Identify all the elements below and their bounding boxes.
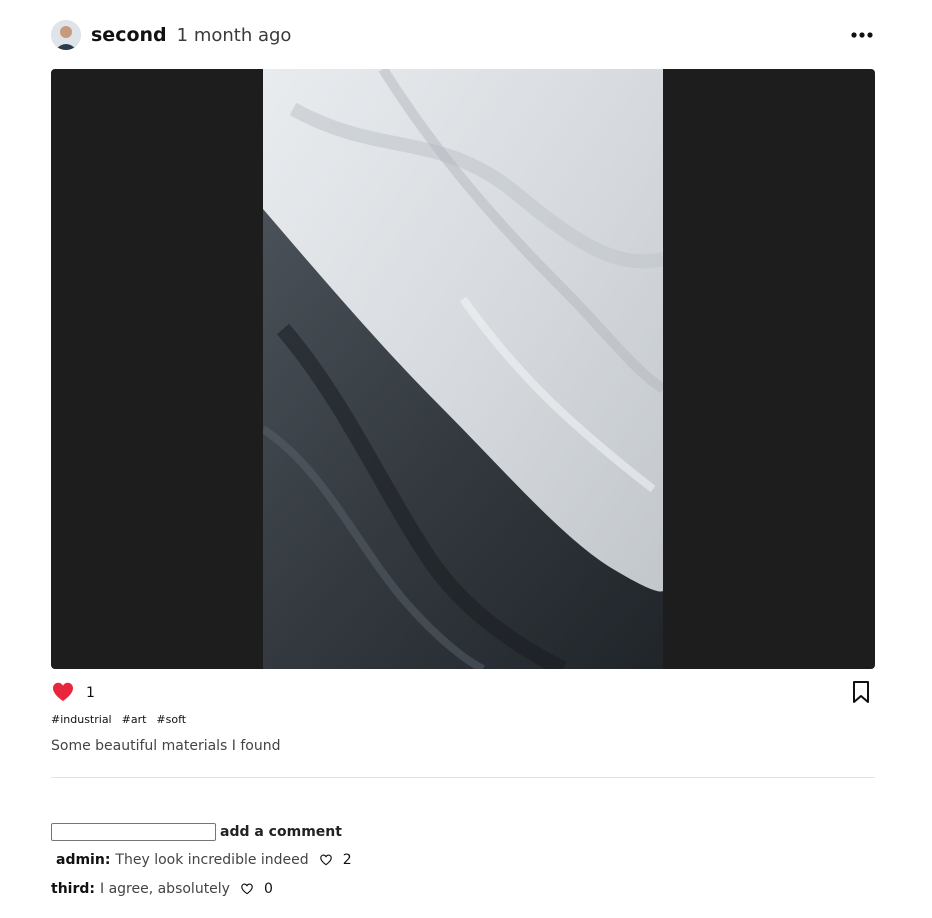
post-author[interactable]: second xyxy=(91,24,167,46)
avatar-image xyxy=(51,20,81,50)
more-horizontal-icon xyxy=(851,32,873,38)
comment-item: third: I agree, absolutely 0 xyxy=(51,881,273,897)
tag-link[interactable]: #industrial xyxy=(51,713,112,726)
post-photo xyxy=(263,69,663,669)
comment-like-count: 2 xyxy=(342,852,352,868)
comment-item: admin: They look incredible indeed 2 xyxy=(56,852,352,868)
comment-text: They look incredible indeed xyxy=(115,852,309,868)
bookmark-button[interactable] xyxy=(851,680,873,704)
post-media[interactable] xyxy=(51,69,875,669)
tag-link[interactable]: #soft xyxy=(156,713,186,726)
avatar[interactable] xyxy=(51,20,81,50)
like-count: 1 xyxy=(86,685,95,701)
tag-link[interactable]: #art xyxy=(122,713,147,726)
like-button[interactable] xyxy=(51,680,75,704)
heart-outline-icon[interactable] xyxy=(240,882,254,896)
post-caption: Some beautiful materials I found xyxy=(51,738,281,754)
heart-icon xyxy=(53,682,73,701)
post-timestamp: 1 month ago xyxy=(176,24,292,46)
post-header: second 1 month ago xyxy=(51,19,875,51)
heart-outline-icon[interactable] xyxy=(319,853,333,867)
post-tags: #industrial #art #soft xyxy=(51,713,186,726)
bookmark-icon xyxy=(853,681,869,703)
comment-text: I agree, absolutely xyxy=(99,881,230,897)
comment-author[interactable]: admin: xyxy=(56,852,110,868)
divider xyxy=(51,777,875,778)
comment-form: add a comment xyxy=(51,823,342,841)
comment-author[interactable]: third: xyxy=(51,881,95,897)
comment-input[interactable] xyxy=(51,823,216,841)
comment-like-count: 0 xyxy=(263,881,273,897)
add-comment-button[interactable]: add a comment xyxy=(220,824,342,840)
more-options-button[interactable] xyxy=(849,23,875,47)
post-actions: 1 xyxy=(51,680,875,706)
